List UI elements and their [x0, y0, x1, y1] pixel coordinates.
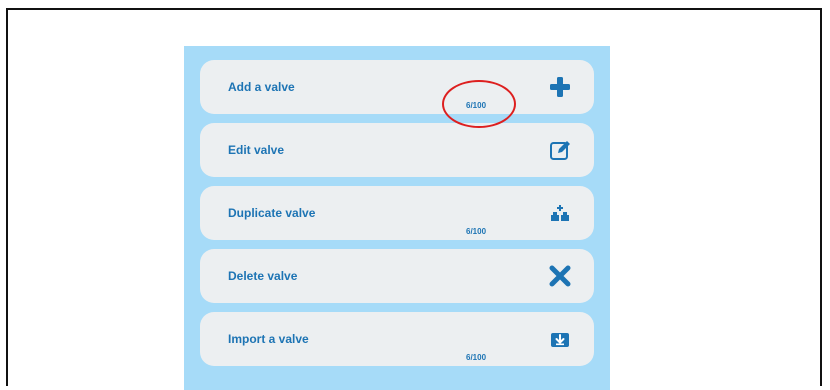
valve-count: 6/100 [466, 353, 487, 362]
add-valve-button[interactable]: Add a valve 6/100 [200, 60, 594, 114]
plus-icon [548, 75, 572, 99]
menu-item-label: Duplicate valve [228, 206, 316, 220]
menu-item-label: Edit valve [228, 143, 285, 157]
valve-count: 6/100 [466, 101, 487, 110]
edit-valve-button[interactable]: Edit valve [200, 123, 594, 177]
valve-menu-panel: Add a valve 6/100 Edit valve Duplicate v… [184, 46, 610, 390]
duplicate-icon [548, 201, 572, 225]
edit-icon [548, 138, 572, 162]
menu-item-label: Delete valve [228, 269, 298, 283]
duplicate-valve-button[interactable]: Duplicate valve 6/100 [200, 186, 594, 240]
delete-valve-button[interactable]: Delete valve [200, 249, 594, 303]
delete-x-icon [548, 264, 572, 288]
import-valve-button[interactable]: Import a valve 6/100 [200, 312, 594, 366]
valve-count: 6/100 [466, 227, 487, 236]
menu-item-label: Add a valve [228, 80, 295, 94]
menu-item-label: Import a valve [228, 332, 309, 346]
import-icon [548, 327, 572, 351]
